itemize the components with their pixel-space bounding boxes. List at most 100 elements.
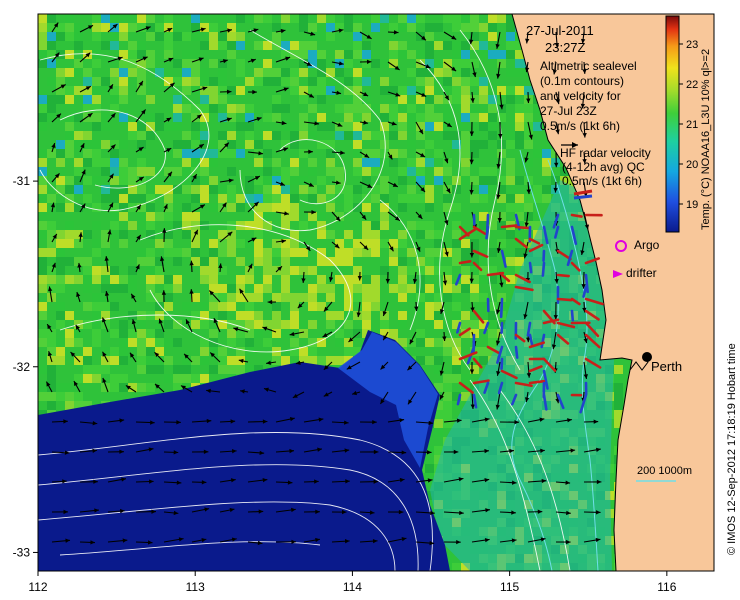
sst-cell	[182, 176, 191, 185]
sst-cell	[218, 302, 227, 311]
sst-cell	[56, 320, 65, 329]
sst-cell	[245, 77, 254, 86]
sst-cell	[272, 194, 281, 203]
sst-cell	[281, 68, 290, 77]
sst-cell	[389, 50, 398, 59]
sst-cell	[452, 374, 461, 383]
sst-cell	[182, 230, 191, 239]
sst-cell	[119, 158, 128, 167]
sst-cell	[119, 383, 128, 392]
sst-cell	[308, 293, 317, 302]
sst-cell	[389, 257, 398, 266]
sst-cell	[434, 95, 443, 104]
sst-cell	[101, 248, 110, 257]
sst-cell	[128, 167, 137, 176]
sst-cell	[110, 329, 119, 338]
sst-cell	[317, 356, 326, 365]
sst-cell	[335, 257, 344, 266]
sst-cell	[425, 68, 434, 77]
sst-cell	[92, 77, 101, 86]
sst-cell	[353, 284, 362, 293]
sst-cell	[38, 329, 47, 338]
sst-cell	[74, 392, 83, 401]
sst-cell	[443, 419, 452, 428]
sst-cell	[452, 23, 461, 32]
sst-cell	[110, 158, 119, 167]
sst-cell	[461, 158, 470, 167]
sst-cell	[92, 338, 101, 347]
sst-cell	[344, 185, 353, 194]
sst-cell	[497, 239, 506, 248]
sst-cell	[470, 284, 479, 293]
sst-cell	[533, 149, 542, 158]
sst-cell	[65, 329, 74, 338]
sst-cell	[281, 320, 290, 329]
sst-cell	[335, 221, 344, 230]
sst-cell	[362, 50, 371, 59]
sst-cell	[614, 401, 623, 410]
sst-cell	[137, 68, 146, 77]
sst-cell	[308, 86, 317, 95]
sst-cell	[479, 140, 488, 149]
sst-cell	[209, 257, 218, 266]
sst-cell	[398, 122, 407, 131]
sst-cell	[299, 320, 308, 329]
sst-cell	[38, 266, 47, 275]
sst-cell	[488, 248, 497, 257]
sst-cell	[506, 32, 515, 41]
sst-cell	[182, 86, 191, 95]
sst-cell	[47, 194, 56, 203]
sst-cell	[110, 302, 119, 311]
sst-cell	[452, 365, 461, 374]
sst-cell	[452, 50, 461, 59]
sst-cell	[452, 86, 461, 95]
argo-label: Argo	[634, 238, 660, 252]
sst-cell	[173, 140, 182, 149]
sst-cell	[443, 14, 452, 23]
sst-cell	[353, 41, 362, 50]
sst-cell	[92, 203, 101, 212]
sst-cell	[272, 68, 281, 77]
sst-cell	[92, 59, 101, 68]
sst-cell	[353, 311, 362, 320]
sst-cell	[119, 329, 128, 338]
sst-cell	[524, 203, 533, 212]
sst-cell	[146, 50, 155, 59]
sst-cell	[389, 248, 398, 257]
sst-cell	[83, 356, 92, 365]
sst-cell	[92, 374, 101, 383]
sst-cell	[497, 14, 506, 23]
sst-cell	[128, 59, 137, 68]
sst-cell	[128, 176, 137, 185]
hf-radar-arrow	[556, 273, 570, 278]
sst-cell	[353, 50, 362, 59]
sst-cell	[290, 248, 299, 257]
sst-cell	[47, 401, 56, 410]
x-axis: 112 113 114 115 116	[28, 571, 677, 594]
credit-text: © IMOS 12-Sep-2012 17:18:19 Hobart time	[726, 343, 738, 555]
sst-cell	[362, 158, 371, 167]
sst-cell	[317, 77, 326, 86]
sst-cell	[461, 104, 470, 113]
sst-cell	[56, 248, 65, 257]
sst-cell	[299, 149, 308, 158]
sst-cell	[380, 59, 389, 68]
sst-cell	[326, 203, 335, 212]
sst-cell	[146, 266, 155, 275]
sst-cell	[128, 23, 137, 32]
sst-cell	[119, 203, 128, 212]
sst-cell	[290, 176, 299, 185]
sst-cell	[425, 464, 434, 473]
sst-cell	[443, 68, 452, 77]
sst-cell	[128, 194, 137, 203]
sst-cell	[308, 266, 317, 275]
sst-cell	[137, 158, 146, 167]
sst-cell	[200, 338, 209, 347]
sst-cell	[416, 230, 425, 239]
sst-cell	[119, 59, 128, 68]
sst-cell	[164, 185, 173, 194]
sst-cell	[371, 131, 380, 140]
sst-cell	[479, 77, 488, 86]
sst-cell	[272, 113, 281, 122]
sst-cell	[137, 167, 146, 176]
